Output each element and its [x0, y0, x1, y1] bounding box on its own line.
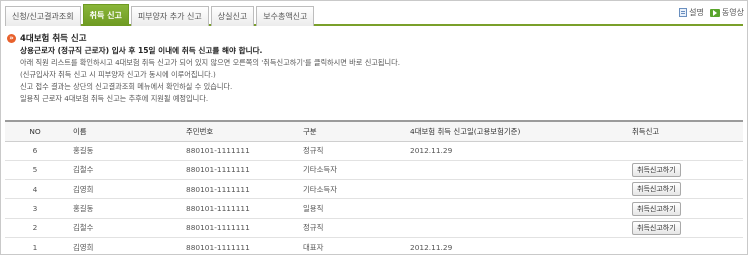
- video-icon: [709, 8, 720, 17]
- cell-action: 취득신고하기: [632, 160, 743, 181]
- header-type: 구분: [295, 120, 402, 142]
- header-name: 이름: [65, 120, 178, 142]
- cell-type: 정규직: [295, 141, 402, 161]
- table-row: 1 김영희 880101-1111111 대표자 2012.11.29: [5, 237, 743, 255]
- tab-bar: 신청/신고결과조회 취득 신고 피부양자 추가 신고 상실신고 보수총액신고: [5, 4, 743, 26]
- acquisition-report-button[interactable]: 취득신고하기: [632, 220, 681, 235]
- employee-table: NO 이름 주민번호 구분 4대보험 취득 신고일(고용보험기준) 취득신고 6…: [5, 120, 743, 255]
- table-header-row: NO 이름 주민번호 구분 4대보험 취득 신고일(고용보험기준) 취득신고: [5, 120, 743, 142]
- cell-rrn: 880101-1111111: [178, 218, 295, 238]
- cell-rrn: 880101-1111111: [178, 160, 295, 181]
- cell-name: 홍길동: [65, 198, 178, 219]
- table-row: 2 김철수 880101-1111111 정규직 취득신고하기: [5, 218, 743, 238]
- cell-type: 정규직: [295, 218, 402, 238]
- notice-line: (신규입사자 취득 신고 시 피부양자 신고가 동시에 이루어집니다.): [20, 70, 216, 79]
- table-row: 5 김철수 880101-1111111 기타소득자 취득신고하기: [5, 160, 743, 181]
- cell-report-date: 2012.11.29: [402, 141, 632, 161]
- table-row: 4 김영희 880101-1111111 기타소득자 취득신고하기: [5, 179, 743, 200]
- cell-type: 일용직: [295, 198, 402, 219]
- tab-dependent-report[interactable]: 피부양자 추가 신고: [130, 6, 209, 26]
- video-link[interactable]: 동영상: [709, 7, 744, 18]
- cell-type: 대표자: [295, 237, 402, 255]
- cell-action: [632, 237, 743, 255]
- manual-link-label: 설명: [689, 8, 704, 17]
- cell-name: 김철수: [65, 160, 178, 181]
- video-link-label: 동영상: [721, 8, 744, 17]
- cell-rrn: 880101-1111111: [178, 141, 295, 161]
- cell-report-date: 2012.11.29: [402, 237, 632, 255]
- cell-no: 6: [5, 141, 65, 161]
- tab-report-results[interactable]: 신청/신고결과조회: [5, 6, 81, 26]
- top-links: 설명 동영상: [679, 7, 744, 18]
- cell-type: 기타소득자: [295, 179, 402, 200]
- notice-line: 상용근로자 (정규직 근로자) 입사 후 15일 이내에 취득 신고를 해야 합…: [20, 46, 263, 55]
- tab-loss-report[interactable]: 상실신고: [210, 6, 255, 26]
- cell-name: 홍길동: [65, 141, 178, 161]
- notice-line: 아래 직원 리스트를 확인하시고 4대보험 취득 신고가 되어 있지 않으면 오…: [20, 58, 401, 67]
- section-title: 4대보험 취득 신고: [20, 34, 87, 44]
- cell-action: [632, 141, 743, 161]
- cell-rrn: 880101-1111111: [178, 198, 295, 219]
- acquisition-report-button[interactable]: 취득신고하기: [632, 182, 681, 197]
- header-no: NO: [5, 120, 65, 142]
- cell-action: 취득신고하기: [632, 218, 743, 238]
- cell-rrn: 880101-1111111: [178, 179, 295, 200]
- header-action: 취득신고: [632, 120, 743, 142]
- cell-type: 기타소득자: [295, 160, 402, 181]
- cell-no: 4: [5, 179, 65, 200]
- notice-list: 상용근로자 (정규직 근로자) 입사 후 15일 이내에 취득 신고를 해야 합…: [20, 45, 720, 105]
- notice-line: 일용직 근로자 4대보험 취득 신고는 추후에 지원될 예정입니다.: [20, 94, 209, 103]
- cell-action: 취득신고하기: [632, 179, 743, 200]
- tab-list: 신청/신고결과조회 취득 신고 피부양자 추가 신고 상실신고 보수총액신고: [5, 4, 316, 26]
- notice-line: 신고 접수 결과는 상단의 신고결과조회 메뉴에서 확인하실 수 있습니다.: [20, 82, 233, 91]
- document-icon: [679, 8, 688, 17]
- cell-name: 김영희: [65, 179, 178, 200]
- section-heading: » 4대보험 취득 신고: [7, 32, 87, 44]
- cell-action: 취득신고하기: [632, 198, 743, 219]
- cell-report-date: [402, 160, 632, 181]
- table-row: 3 홍길동 880101-1111111 일용직 취득신고하기: [5, 198, 743, 219]
- cell-report-date: [402, 198, 632, 219]
- acquisition-report-button[interactable]: 취득신고하기: [632, 201, 681, 216]
- cell-report-date: [402, 179, 632, 200]
- cell-name: 김철수: [65, 218, 178, 238]
- header-rrn: 주민번호: [178, 120, 295, 142]
- cell-no: 2: [5, 218, 65, 238]
- cell-no: 3: [5, 198, 65, 219]
- header-report-date: 4대보험 취득 신고일(고용보험기준): [402, 120, 632, 142]
- tab-acquisition-report[interactable]: 취득 신고: [82, 4, 129, 26]
- acquisition-report-button[interactable]: 취득신고하기: [632, 162, 681, 177]
- cell-report-date: [402, 218, 632, 238]
- cell-no: 5: [5, 160, 65, 181]
- manual-link[interactable]: 설명: [679, 7, 704, 18]
- table-row: 6 홍길동 880101-1111111 정규직 2012.11.29: [5, 141, 743, 161]
- tab-total-pay-report[interactable]: 보수총액신고: [256, 6, 315, 26]
- section-bullet-icon: »: [7, 33, 16, 43]
- cell-name: 김영희: [65, 237, 178, 255]
- cell-no: 1: [5, 237, 65, 255]
- cell-rrn: 880101-1111111: [178, 237, 295, 255]
